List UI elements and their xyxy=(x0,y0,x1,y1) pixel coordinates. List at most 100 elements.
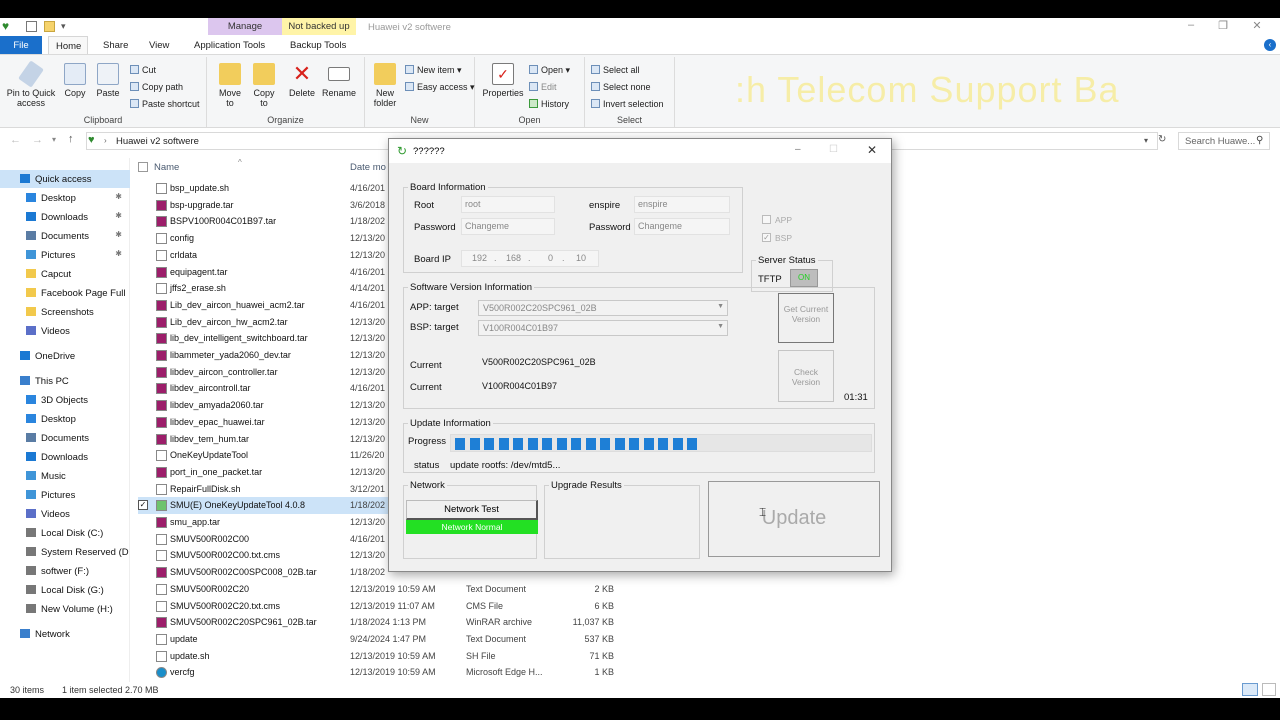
tab-application-tools[interactable]: Application Tools xyxy=(187,36,272,54)
file-row[interactable]: SMUV500R002C20 12/13/2019 10:59 AM Text Do… xyxy=(138,581,638,598)
maximize-button[interactable]: ❐ xyxy=(1210,19,1236,35)
nav-item-documents[interactable]: Documents xyxy=(0,429,130,447)
app-target-select[interactable]: V500R002C20SPC961_02B ▼ xyxy=(478,300,728,316)
up-arrow-icon[interactable]: ↑ xyxy=(68,133,74,145)
copy-button[interactable]: Copy xyxy=(62,63,88,98)
forward-arrow-icon[interactable]: → xyxy=(32,134,43,146)
cloud-icon xyxy=(20,351,30,360)
pin-quick-access-button[interactable]: Pin to Quick access xyxy=(4,60,58,108)
nav-item-system-reserved-d[interactable]: System Reserved (D xyxy=(0,543,130,561)
nav-item-pictures[interactable]: Pictures xyxy=(0,486,130,504)
check-version-button[interactable]: Check Version xyxy=(778,350,834,402)
nav-item-documents[interactable]: Documents ✱ xyxy=(0,227,130,245)
file-row[interactable]: vercfg 12/13/2019 10:59 AM Microsoft Edge … xyxy=(138,664,638,681)
file-row[interactable]: SMUV500R002C20SPC961_02B.tar 1/18/2024 1:… xyxy=(138,614,638,631)
nav-item-desktop[interactable]: Desktop xyxy=(0,410,130,428)
rar-file-icon xyxy=(156,517,167,528)
password2-field[interactable]: Changeme xyxy=(634,218,730,235)
select-all-button[interactable]: Select all xyxy=(591,65,640,75)
back-arrow-icon[interactable]: ← xyxy=(10,134,21,146)
progress-segment xyxy=(469,438,480,450)
app-checkbox[interactable] xyxy=(762,215,771,224)
password-field[interactable]: Changeme xyxy=(461,218,555,235)
nav-item-downloads[interactable]: Downloads ✱ xyxy=(0,208,130,226)
nav-item-local-disk-g[interactable]: Local Disk (G:) xyxy=(0,581,130,599)
nav-item-downloads[interactable]: Downloads xyxy=(0,448,130,466)
root-field[interactable]: root xyxy=(461,196,555,213)
file-row[interactable]: update 9/24/2024 1:47 PM Text Document 537 … xyxy=(138,631,638,648)
update-button[interactable]: Update xyxy=(708,481,880,557)
row-checkbox[interactable]: ✓ xyxy=(138,500,148,511)
get-current-version-button[interactable]: Get Current Version xyxy=(778,293,834,343)
address-dropdown-icon[interactable]: ▾ xyxy=(1144,136,1148,145)
nav-item-local-disk-c[interactable]: Local Disk (C:) xyxy=(0,524,130,542)
nav-item-videos[interactable]: Videos xyxy=(0,505,130,523)
nav-item-capcut[interactable]: Capcut xyxy=(0,265,130,283)
delete-button[interactable]: ✕ Delete xyxy=(287,63,317,99)
nav-item-screenshots[interactable]: Screenshots xyxy=(0,303,130,321)
select-none-button[interactable]: Select none xyxy=(591,82,651,92)
move-to-button[interactable]: Move to xyxy=(215,63,245,108)
paste-shortcut-button[interactable]: Paste shortcut xyxy=(130,99,200,109)
rename-icon xyxy=(328,67,350,81)
invert-selection-button[interactable]: Invert selection xyxy=(591,99,664,109)
nav-item-network[interactable]: Network xyxy=(0,625,130,643)
close-window-button[interactable]: ✕ xyxy=(1244,19,1270,35)
new-item-button[interactable]: New item ▾ xyxy=(405,65,462,76)
file-name: libdev_epac_huawei.tar xyxy=(170,416,265,427)
easy-access-button[interactable]: Easy access ▾ xyxy=(405,82,475,93)
bsp-target-select[interactable]: V100R004C01B97 ▼ xyxy=(478,320,728,336)
app-target-label: APP: target xyxy=(410,302,459,313)
details-view-icon[interactable] xyxy=(1242,683,1258,696)
quick-access-properties-icon[interactable] xyxy=(26,21,37,32)
network-test-button[interactable]: Network Test xyxy=(406,500,538,520)
nav-item-onedrive[interactable]: OneDrive xyxy=(0,347,130,365)
copy-to-button[interactable]: Copy to xyxy=(249,63,279,108)
column-header-date[interactable]: Date mo xyxy=(350,162,386,173)
quick-access-new-folder-icon[interactable] xyxy=(44,21,55,32)
nav-item-quick-access[interactable]: Quick access xyxy=(0,170,130,188)
nav-item-softwer-f[interactable]: softwer (F:) xyxy=(0,562,130,580)
help-icon[interactable]: ‹ xyxy=(1264,39,1276,51)
nav-item-pictures[interactable]: Pictures ✱ xyxy=(0,246,130,264)
copy-path-button[interactable]: Copy path xyxy=(130,82,183,92)
quick-access-dropdown-icon[interactable]: ▾ xyxy=(61,21,66,32)
dialog-minimize-button[interactable]: – xyxy=(795,144,801,155)
edit-button[interactable]: Edit xyxy=(529,82,557,92)
nav-item-desktop[interactable]: Desktop ✱ xyxy=(0,189,130,207)
enspire-field[interactable]: enspire xyxy=(634,196,730,213)
file-row[interactable]: SMUV500R002C20.txt.cms 12/13/2019 11:07 A… xyxy=(138,598,638,615)
dialog-maximize-button[interactable]: ☐ xyxy=(829,144,838,155)
board-ip-field[interactable]: 192 . 168 . 0 . 10 xyxy=(461,250,599,267)
dialog-close-button[interactable]: ✕ xyxy=(867,143,877,157)
file-row[interactable]: update.sh 12/13/2019 10:59 AM SH File 71 KB xyxy=(138,648,638,665)
recent-dropdown-icon[interactable]: ▾ xyxy=(52,135,56,144)
open-button[interactable]: Open ▾ xyxy=(529,65,570,76)
paste-button[interactable]: Paste xyxy=(94,63,122,98)
tab-share[interactable]: Share xyxy=(96,36,135,54)
tab-backup-tools[interactable]: Backup Tools xyxy=(283,36,353,54)
tab-home[interactable]: Home xyxy=(48,36,88,54)
nav-item-music[interactable]: Music xyxy=(0,467,130,485)
cut-button[interactable]: Cut xyxy=(130,65,156,75)
rename-button[interactable]: Rename xyxy=(319,63,359,98)
nav-item-new-volume-h[interactable]: New Volume (H:) xyxy=(0,600,130,618)
bsp-checkbox[interactable]: ✓ xyxy=(762,233,771,242)
cut-label: Cut xyxy=(142,65,157,75)
new-folder-button[interactable]: New folder xyxy=(369,63,401,108)
column-header-name[interactable]: Name xyxy=(154,162,179,173)
address-path[interactable]: Huawei v2 softwere xyxy=(116,136,199,147)
tab-view[interactable]: View xyxy=(142,36,176,54)
properties-button[interactable]: ✓ Properties xyxy=(481,63,525,98)
nav-item-videos[interactable]: Videos xyxy=(0,322,130,340)
tab-file[interactable]: File xyxy=(0,36,42,54)
nav-item-this-pc[interactable]: This PC xyxy=(0,372,130,390)
minimize-button[interactable]: – xyxy=(1178,19,1204,35)
refresh-icon[interactable]: ↻ xyxy=(1158,134,1166,145)
nav-item-3d-objects[interactable]: 3D Objects xyxy=(0,391,130,409)
new-item-label: New item xyxy=(417,65,455,75)
nav-item-facebook-page-full[interactable]: Facebook Page Full xyxy=(0,284,130,302)
select-all-checkbox[interactable] xyxy=(138,162,148,172)
large-icons-view-icon[interactable] xyxy=(1262,683,1276,696)
history-button[interactable]: History xyxy=(529,99,569,109)
